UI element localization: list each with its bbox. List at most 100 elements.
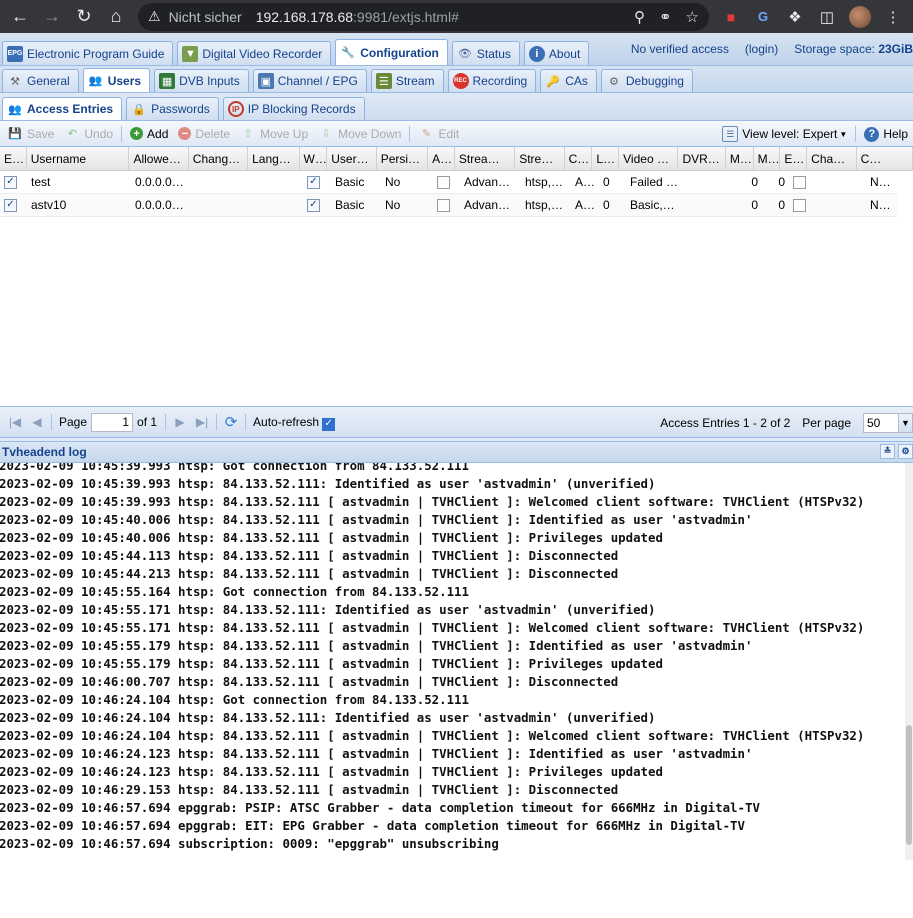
column-header[interactable]: Strea… [455, 147, 516, 170]
address-bar[interactable]: ⚠ Nicht sicher 192.168.178.68:9981/extjs… [138, 2, 709, 31]
prev-page-icon[interactable]: ◀ [26, 411, 48, 433]
column-header[interactable]: Username [27, 147, 130, 170]
column-header[interactable]: M… [754, 147, 781, 170]
column-header[interactable]: L… [592, 147, 620, 170]
warning-triangle-icon[interactable]: ⚠ [148, 8, 161, 25]
scrollbar-thumb[interactable] [906, 725, 912, 845]
share-icon[interactable]: ⚭ [659, 8, 672, 26]
zoom-icon[interactable]: ⚲ [634, 8, 645, 26]
access-status: No verified access [630, 42, 729, 56]
column-header[interactable]: Lang… [248, 147, 300, 170]
tab-passwords[interactable]: 🔒 Passwords [126, 97, 219, 120]
tab-channel-epg[interactable]: ▣ Channel / EPG [252, 69, 367, 92]
arrow-up-icon: ⇧ [243, 128, 253, 140]
login-link[interactable]: (login) [745, 42, 778, 56]
tab-configuration[interactable]: 🔧 Configuration [335, 39, 448, 65]
chevron-down-icon[interactable]: ▼ [898, 414, 912, 432]
column-header[interactable]: W… [300, 147, 328, 170]
m1-cell: 0 [751, 175, 758, 189]
column-header[interactable]: Stre… [515, 147, 565, 170]
menu-kebab-icon[interactable]: ⋮ [877, 1, 909, 33]
reload-icon[interactable]: ↻ [68, 1, 100, 33]
column-header[interactable]: A… [428, 147, 455, 170]
log-line: 2023-02-09 10:45:55.179 htsp: 84.133.52.… [0, 638, 753, 653]
column-header[interactable]: Cha… [807, 147, 857, 170]
a-checkbox[interactable] [433, 171, 460, 193]
tab-label: CAs [565, 74, 588, 88]
column-header[interactable]: Allowe… [129, 147, 189, 170]
tab-label: Channel / EPG [277, 74, 358, 88]
tools-icon: ⚒ [10, 75, 20, 88]
column-header[interactable]: User… [327, 147, 377, 170]
web-checkbox[interactable]: ✓ [303, 171, 331, 193]
e-checkbox[interactable] [789, 194, 816, 216]
tab-stream[interactable]: ☰ Stream [370, 69, 444, 92]
column-header[interactable]: M… [726, 147, 754, 170]
collapse-icon[interactable]: ≛ [880, 444, 895, 459]
column-header[interactable]: C… [565, 147, 593, 170]
first-page-icon[interactable]: |◀ [4, 411, 26, 433]
tab-cas[interactable]: 🔑 CAs [540, 69, 597, 92]
tab-general[interactable]: ⚒ General [2, 69, 79, 92]
tab-status[interactable]: 👁 Status [451, 41, 520, 65]
column-header[interactable]: Chang… [189, 147, 249, 170]
e-checkbox[interactable] [789, 171, 816, 193]
table-row[interactable]: ✓ test 0.0.0.0… ✓ Basic No Advan… htsp,…… [0, 171, 897, 194]
language-cell [251, 194, 303, 216]
tab-access-entries[interactable]: 👥 Access Entries [2, 97, 123, 120]
security-label[interactable]: Nicht sicher [169, 9, 242, 25]
tab-dvb-inputs[interactable]: ▦ DVB Inputs [154, 69, 249, 92]
auto-refresh-checkbox[interactable]: ✓ [322, 417, 336, 431]
add-label: Add [147, 126, 169, 141]
tab-users[interactable]: 👥 Users [82, 68, 151, 92]
move-down-button[interactable]: ⇩ Move Down [313, 123, 406, 145]
translate-extension-icon[interactable]: G [747, 1, 779, 33]
m2-cell: 0 [778, 198, 785, 212]
a-checkbox[interactable] [433, 194, 460, 216]
save-button[interactable]: 💾 Save [2, 123, 59, 145]
enabled-checkbox[interactable]: ✓ [0, 171, 27, 193]
m2-cell: 0 [778, 175, 785, 189]
column-header[interactable]: Persi… [377, 147, 429, 170]
delete-button[interactable]: − Delete [173, 123, 235, 145]
next-page-icon[interactable]: ▶ [169, 411, 191, 433]
home-icon[interactable]: ⌂ [100, 1, 132, 33]
column-header[interactable]: E… [780, 147, 808, 170]
back-arrow-icon[interactable]: ← [4, 1, 36, 33]
tab-recording[interactable]: REC Recording [447, 69, 537, 92]
log-scrollbar[interactable] [905, 463, 913, 860]
side-panel-icon[interactable]: ◫ [811, 1, 843, 33]
settings-gear-icon[interactable]: ⚙ [898, 444, 913, 459]
pdf-extension-icon[interactable]: ■ [715, 1, 747, 33]
profile-avatar[interactable] [849, 5, 871, 28]
enabled-checkbox[interactable]: ✓ [0, 194, 27, 216]
tab-debugging[interactable]: ⚙ Debugging [600, 69, 693, 92]
forward-arrow-icon[interactable]: → [36, 1, 68, 33]
edit-button[interactable]: ✎ Edit [413, 123, 464, 145]
help-icon: ? [864, 126, 880, 142]
help-button[interactable]: ? Help [859, 123, 913, 145]
tab-about[interactable]: i About [523, 41, 590, 65]
table-row[interactable]: ✓ astv10 0.0.0.0… ✓ Basic No Advan… htsp… [0, 194, 897, 217]
move-up-button[interactable]: ⇧ Move Up [235, 123, 313, 145]
column-header[interactable]: C… [857, 147, 913, 170]
web-checkbox[interactable]: ✓ [303, 194, 331, 216]
per-page-select[interactable]: 50 ▼ [863, 413, 913, 433]
undo-button[interactable]: ↶ Undo [59, 123, 118, 145]
column-header[interactable]: DVR… [678, 147, 726, 170]
channel-cell [816, 194, 866, 216]
per-page-label: Per page [802, 416, 851, 430]
view-level-dropdown[interactable]: ☰ View level: Expert ▼ [717, 123, 852, 145]
extensions-puzzle-icon[interactable]: ❖ [779, 1, 811, 33]
bookmark-star-icon[interactable]: ☆ [686, 8, 699, 26]
tab-dvr[interactable]: ▼ Digital Video Recorder [177, 41, 332, 65]
last-page-icon[interactable]: ▶| [191, 411, 213, 433]
refresh-icon[interactable]: ⟳ [220, 411, 242, 433]
tab-label: Configuration [360, 45, 439, 60]
column-header[interactable]: E… [0, 147, 27, 170]
column-header[interactable]: Video … [619, 147, 679, 170]
tab-ip-blocking[interactable]: IP IP Blocking Records [222, 97, 365, 120]
tab-epg[interactable]: EPG Electronic Program Guide [2, 41, 174, 65]
page-number-input[interactable] [91, 412, 134, 432]
add-button[interactable]: + Add [125, 123, 173, 145]
